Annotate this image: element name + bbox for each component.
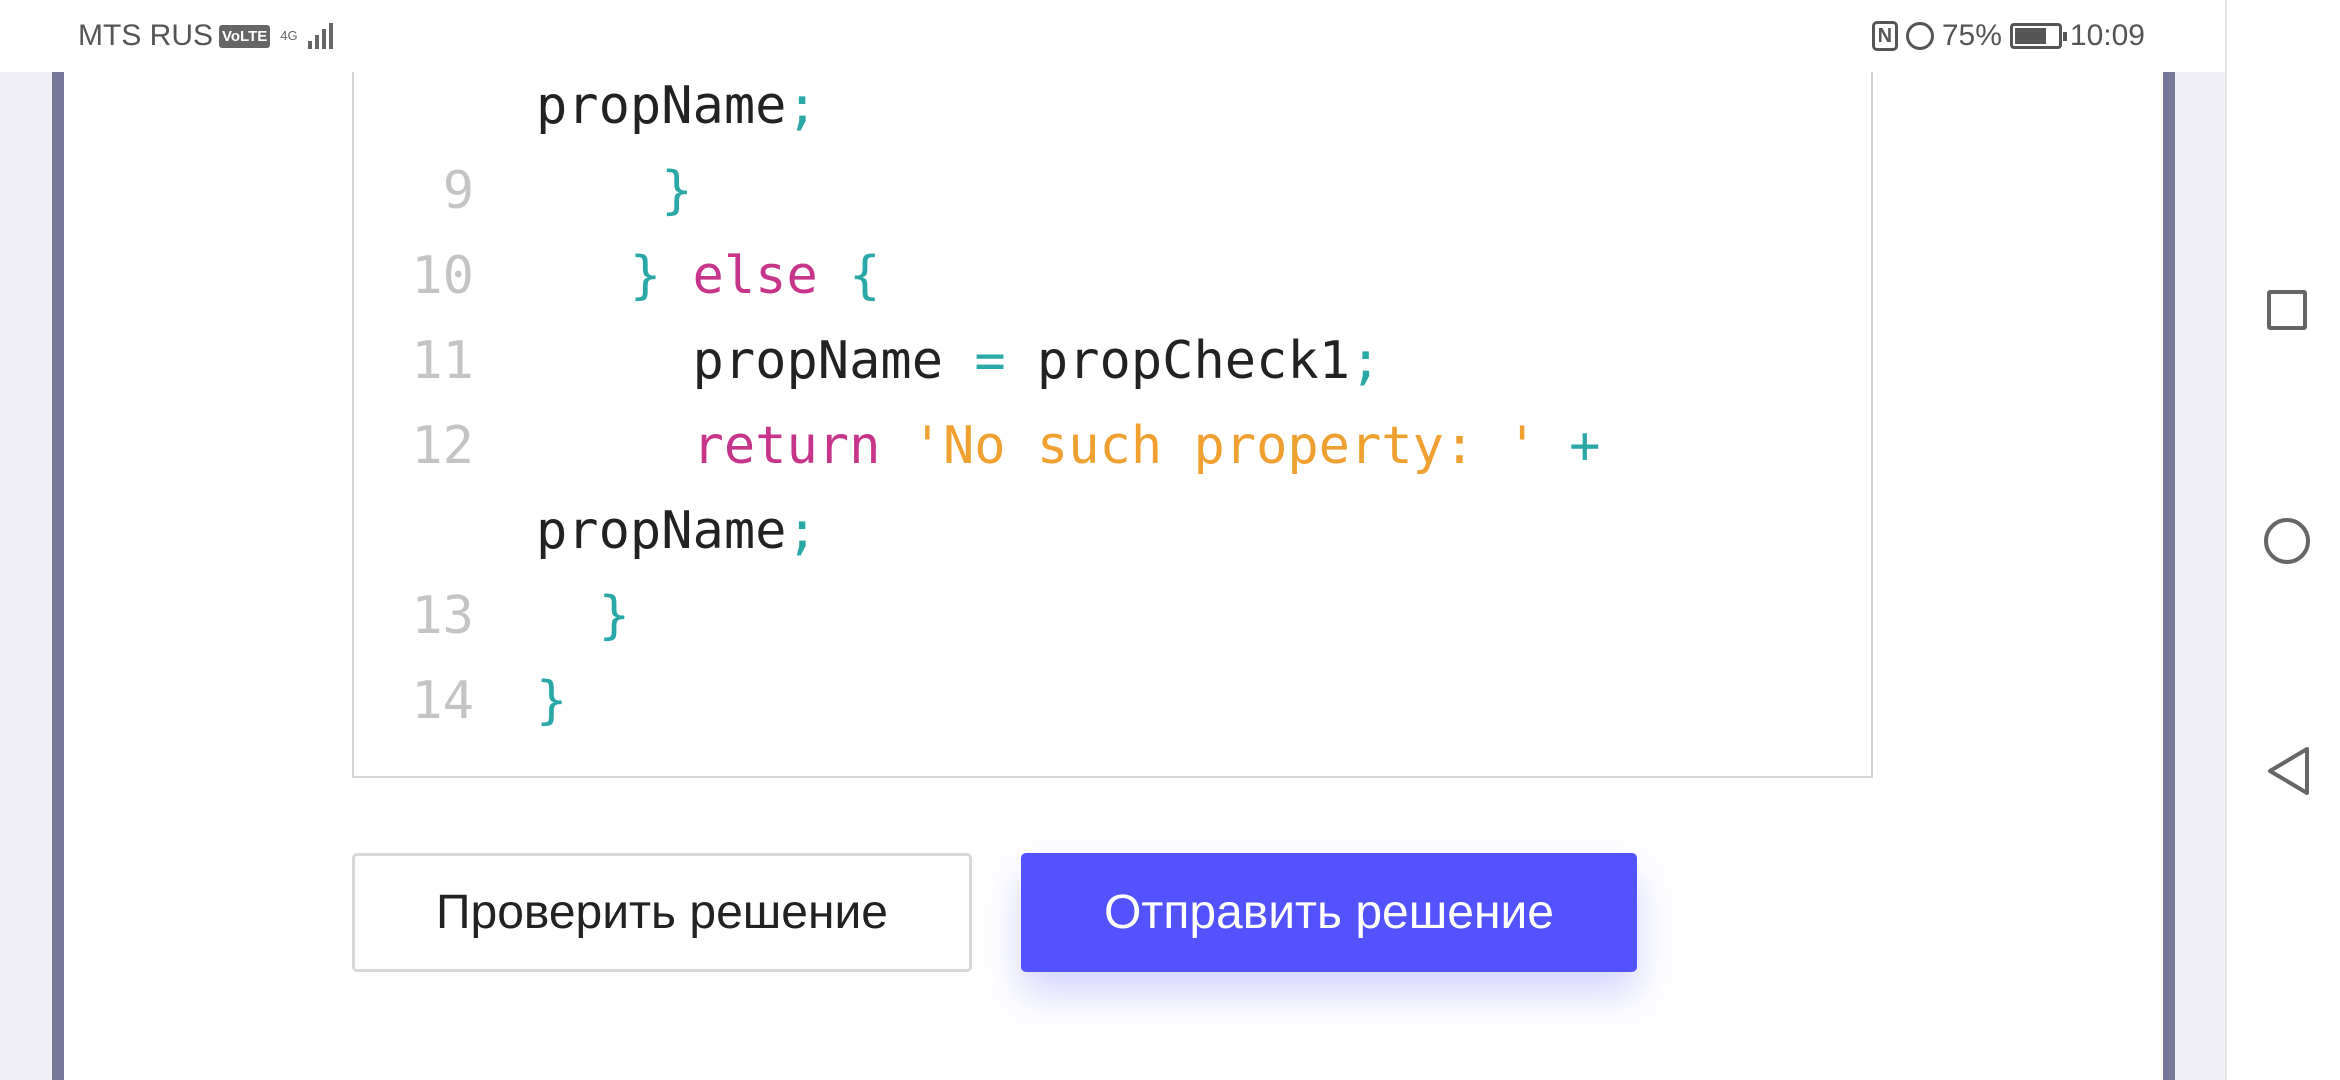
network-type: 4G [280, 28, 298, 43]
code-line: 10 } else { [354, 234, 1871, 319]
code-text: propName; [536, 64, 818, 149]
left-border [52, 72, 64, 1080]
code-token: ; [1350, 331, 1382, 391]
signal-icon [307, 23, 333, 49]
code-text: } else { [536, 234, 880, 319]
code-token: 'No such property: ' [880, 416, 1538, 476]
line-number: 11 [411, 331, 474, 391]
code-text: } [536, 574, 630, 659]
navigation-bar [2225, 0, 2340, 1080]
code-token: propName [692, 331, 975, 391]
volte-icon: VoLTE [219, 24, 271, 48]
right-border [2163, 72, 2175, 1080]
code-text: } [536, 659, 567, 744]
code-token: } [629, 246, 693, 306]
nfc-icon: N [1871, 21, 1898, 51]
code-token: propName [536, 76, 787, 136]
code-text: propName = propCheck1; [536, 319, 1382, 404]
check-solution-button[interactable]: Проверить решение [352, 853, 972, 972]
line-number: 13 [411, 586, 474, 646]
battery-percent: 75% [1941, 19, 2002, 52]
code-token: ; [786, 501, 818, 561]
code-token: } [598, 586, 630, 646]
code-token: { [817, 246, 881, 306]
submit-solution-button[interactable]: Отправить решение [1021, 853, 1637, 972]
code-line: 9 } [354, 149, 1871, 234]
home-icon[interactable] [2264, 518, 2310, 564]
code-editor[interactable]: propName; 9 } 10 } else {11 propName = pro… [352, 0, 1873, 778]
code-token: } [661, 161, 693, 221]
code-line: 12 return 'No such property: ' + [354, 404, 1871, 489]
code-token: = [974, 331, 1006, 391]
code-token: ; [786, 76, 818, 136]
line-number: 10 [411, 246, 474, 306]
clock: 10:09 [2069, 19, 2145, 52]
carrier-name: MTS RUS [78, 19, 213, 52]
code-line: propName; [354, 489, 1871, 574]
code-token: propName [536, 501, 787, 561]
code-line: 14} [354, 659, 1871, 744]
code-line: 13 } [354, 574, 1871, 659]
battery-icon [2009, 23, 2067, 49]
code-text: } [536, 149, 693, 234]
code-line: 11 propName = propCheck1; [354, 319, 1871, 404]
status-bar: MTS RUS VoLTE 4G N 75% 10:09 [0, 0, 2225, 72]
back-icon[interactable] [2265, 745, 2311, 797]
code-line: propName; [354, 64, 1871, 149]
line-number: 12 [411, 416, 474, 476]
code-token: + [1537, 416, 1601, 476]
line-number: 14 [411, 671, 474, 731]
code-token: } [536, 671, 568, 731]
code-text: return 'No such property: ' + [536, 404, 1601, 489]
recents-icon[interactable] [2267, 290, 2307, 330]
code-text: propName; [536, 489, 818, 574]
line-number: 9 [442, 161, 474, 221]
code-token: else [692, 246, 818, 306]
code-token: propCheck1 [1005, 331, 1350, 391]
code-token: return [692, 416, 881, 476]
alarm-icon [1905, 22, 1934, 50]
